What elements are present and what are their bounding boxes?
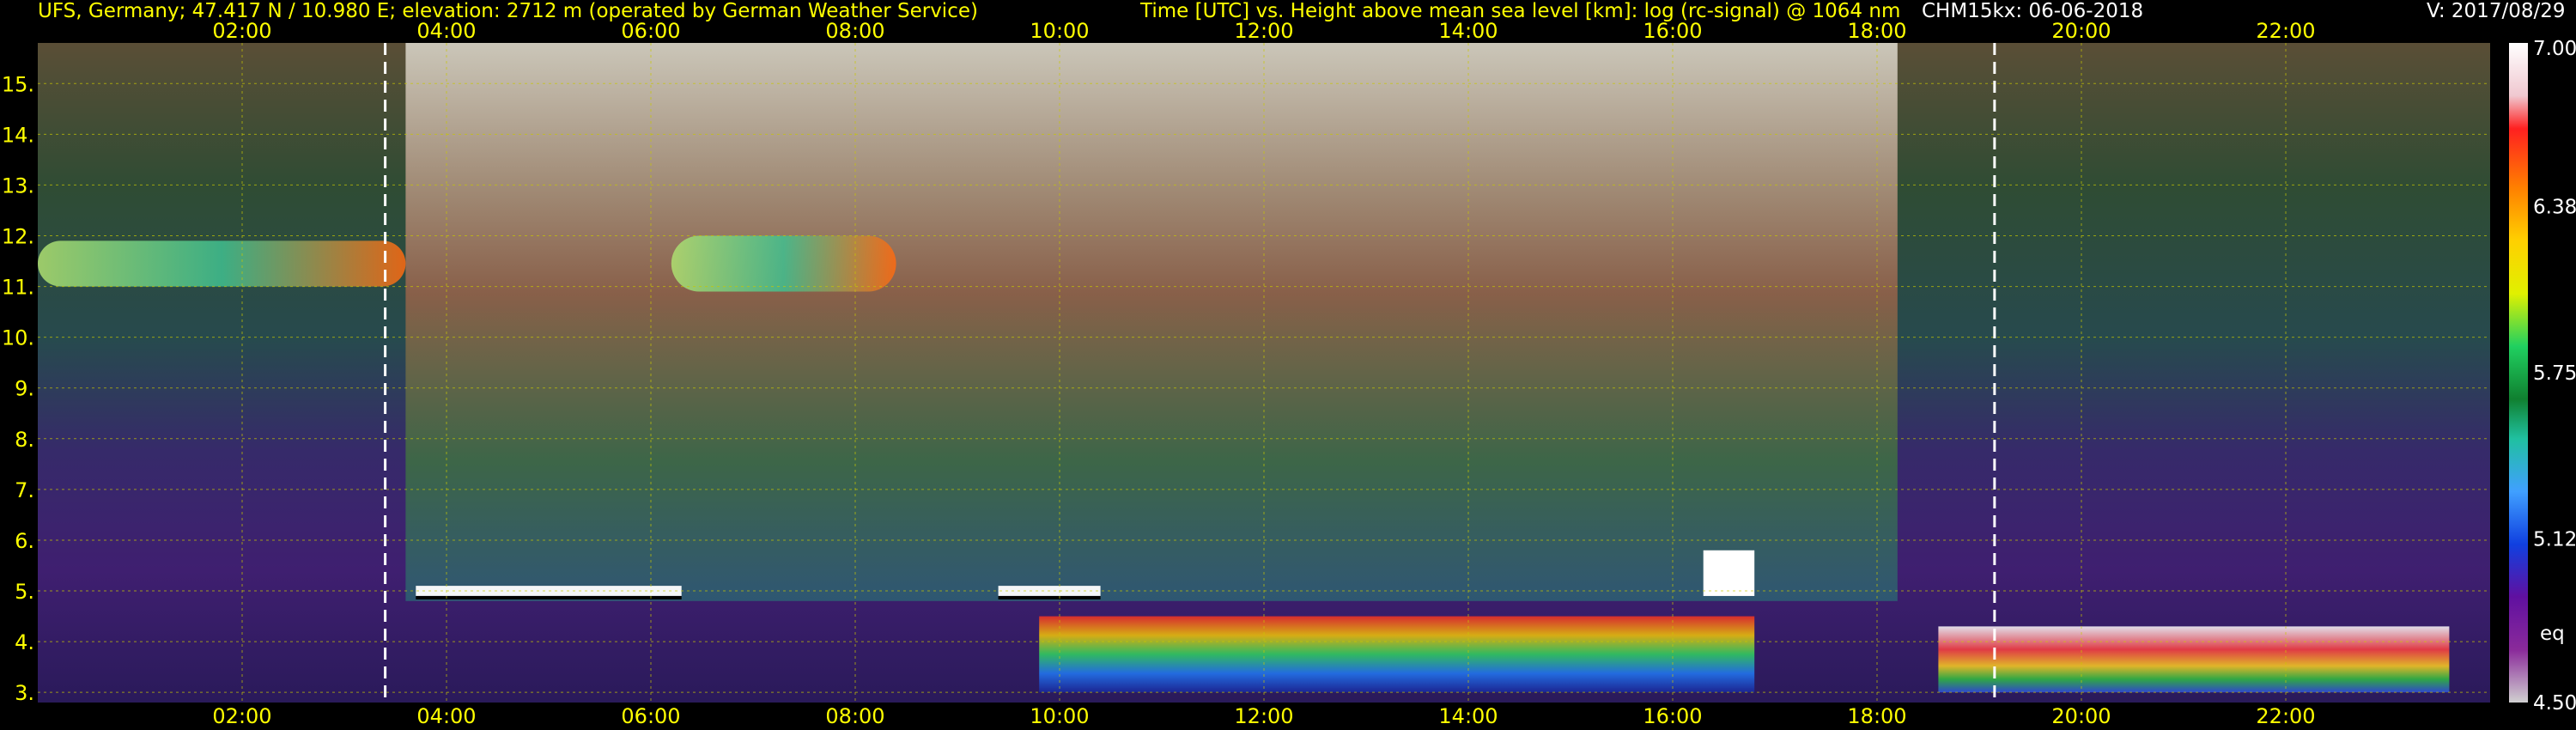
lidar-quicklook-chart: 02:00 04:00 06:00 08:00 10:00 12:00 14:00 16:00… — [2, 19, 2576, 728]
y-axis-ticks: 3. 4. 5. 6. 7. 8. 9. 10. 11. 12. 13. 14. 15. — [2, 72, 34, 705]
x-tick-label-bottom: 04:00 — [416, 704, 476, 728]
colorbar-tick-label: 4.50 — [2533, 692, 2576, 715]
x-tick-label-top: 02:00 — [212, 19, 271, 43]
y-tick-label: 13. — [2, 173, 34, 198]
x-tick-label-bottom: 02:00 — [212, 704, 271, 728]
feature-convective-boundary-layer — [1039, 616, 1755, 693]
x-tick-label-top: 16:00 — [1643, 19, 1702, 43]
x-tick-label-bottom: 14:00 — [1438, 704, 1498, 728]
x-tick-label-bottom: 22:00 — [2256, 704, 2315, 728]
x-tick-label-bottom: 18:00 — [1847, 704, 1906, 728]
feature-cirrus — [38, 240, 406, 287]
y-tick-label: 14. — [2, 123, 34, 147]
x-tick-label-top: 18:00 — [1847, 19, 1906, 43]
feature-convective-cloud — [1703, 550, 1755, 596]
x-axis-top-ticks: 02:00 04:00 06:00 08:00 10:00 12:00 14:00 16:00… — [212, 19, 2315, 43]
y-tick-label: 10. — [2, 326, 34, 350]
x-tick-label-bottom: 06:00 — [621, 704, 680, 728]
x-tick-label-bottom: 12:00 — [1234, 704, 1293, 728]
y-tick-label: 6. — [15, 529, 34, 553]
x-tick-label-top: 20:00 — [2051, 19, 2111, 43]
plot-area — [38, 43, 2490, 703]
colorbar: 7.00 6.38 5.75 5.12 4.50 eq — [2509, 38, 2576, 715]
y-tick-label: 12. — [2, 224, 34, 248]
colorbar-tick-label: 5.12 — [2533, 529, 2576, 551]
y-tick-label: 11. — [2, 276, 34, 300]
colorbar-gradient — [2509, 43, 2528, 703]
x-tick-label-top: 14:00 — [1438, 19, 1498, 43]
colorbar-ticks: 7.00 6.38 5.75 5.12 4.50 — [2533, 38, 2576, 715]
x-tick-label-bottom: 10:00 — [1030, 704, 1089, 728]
x-tick-label-top: 12:00 — [1234, 19, 1293, 43]
x-tick-label-top: 04:00 — [416, 19, 476, 43]
x-tick-label-bottom: 08:00 — [825, 704, 884, 728]
instrument-date: CHM15kx: 06-06-2018 — [1922, 0, 2144, 22]
x-tick-label-top: 08:00 — [825, 19, 884, 43]
version-label: V: 2017/08/29 — [2427, 0, 2566, 22]
colorbar-note: eq — [2540, 623, 2565, 645]
feature-cloud-shadow — [416, 595, 682, 599]
y-tick-label: 4. — [15, 630, 34, 654]
x-tick-label-bottom: 16:00 — [1643, 704, 1702, 728]
x-axis-bottom-ticks: 02:00 04:00 06:00 08:00 10:00 12:00 14:00 16:00… — [212, 704, 2315, 728]
y-tick-label: 8. — [15, 428, 34, 452]
x-tick-label-bottom: 20:00 — [2051, 704, 2111, 728]
y-tick-label: 3. — [15, 681, 34, 705]
x-tick-label-top: 06:00 — [621, 19, 680, 43]
x-tick-label-top: 10:00 — [1030, 19, 1089, 43]
y-tick-label: 15. — [2, 72, 34, 96]
daytime-noise-region — [405, 43, 1898, 601]
feature-cloud-shadow — [998, 595, 1101, 599]
colorbar-tick-label: 7.00 — [2533, 38, 2576, 60]
y-tick-label: 9. — [15, 377, 34, 401]
chart-title: Time [UTC] vs. Height above mean sea lev… — [1140, 0, 1901, 22]
y-tick-label: 5. — [15, 580, 34, 604]
y-tick-label: 7. — [15, 478, 34, 502]
x-tick-label-top: 22:00 — [2256, 19, 2315, 43]
feature-evening-layer — [1938, 626, 2450, 693]
site-info: UFS, Germany; 47.417 N / 10.980 E; eleva… — [38, 0, 978, 22]
colorbar-tick-label: 6.38 — [2533, 196, 2576, 218]
feature-cirrus — [671, 235, 896, 292]
colorbar-tick-label: 5.75 — [2533, 362, 2576, 385]
